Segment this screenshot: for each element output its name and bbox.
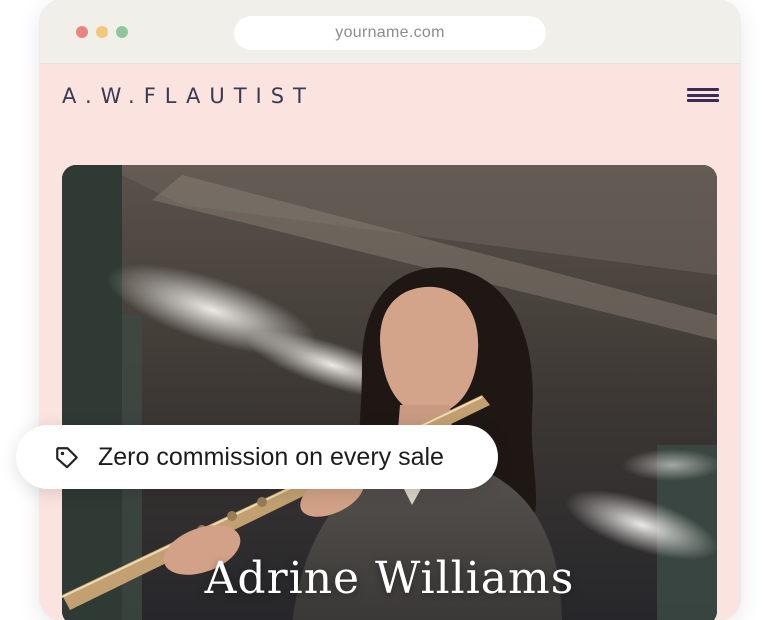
address-bar[interactable]: yourname.com [234,16,546,50]
browser-titlebar: yourname.com [40,0,740,64]
hero-image: Adrine Williams [62,165,717,620]
website-page: A.W.FLAUTIST Adrine Williams [40,64,740,620]
tag-icon [56,447,78,469]
address-bar-url: yourname.com [335,24,445,41]
minimize-window-button[interactable] [96,26,108,38]
maximize-window-button[interactable] [116,26,128,38]
zero-commission-badge: Zero commission on every sale [16,425,498,489]
browser-window: yourname.com A.W.FLAUTIST Adrine William… [40,0,740,620]
site-logo[interactable]: A.W.FLAUTIST [62,84,315,108]
flautist-photo [62,165,717,620]
badge-text: Zero commission on every sale [98,443,444,471]
hero-name: Adrine Williams [204,553,575,604]
hamburger-menu-icon[interactable] [687,88,719,102]
close-window-button[interactable] [76,26,88,38]
